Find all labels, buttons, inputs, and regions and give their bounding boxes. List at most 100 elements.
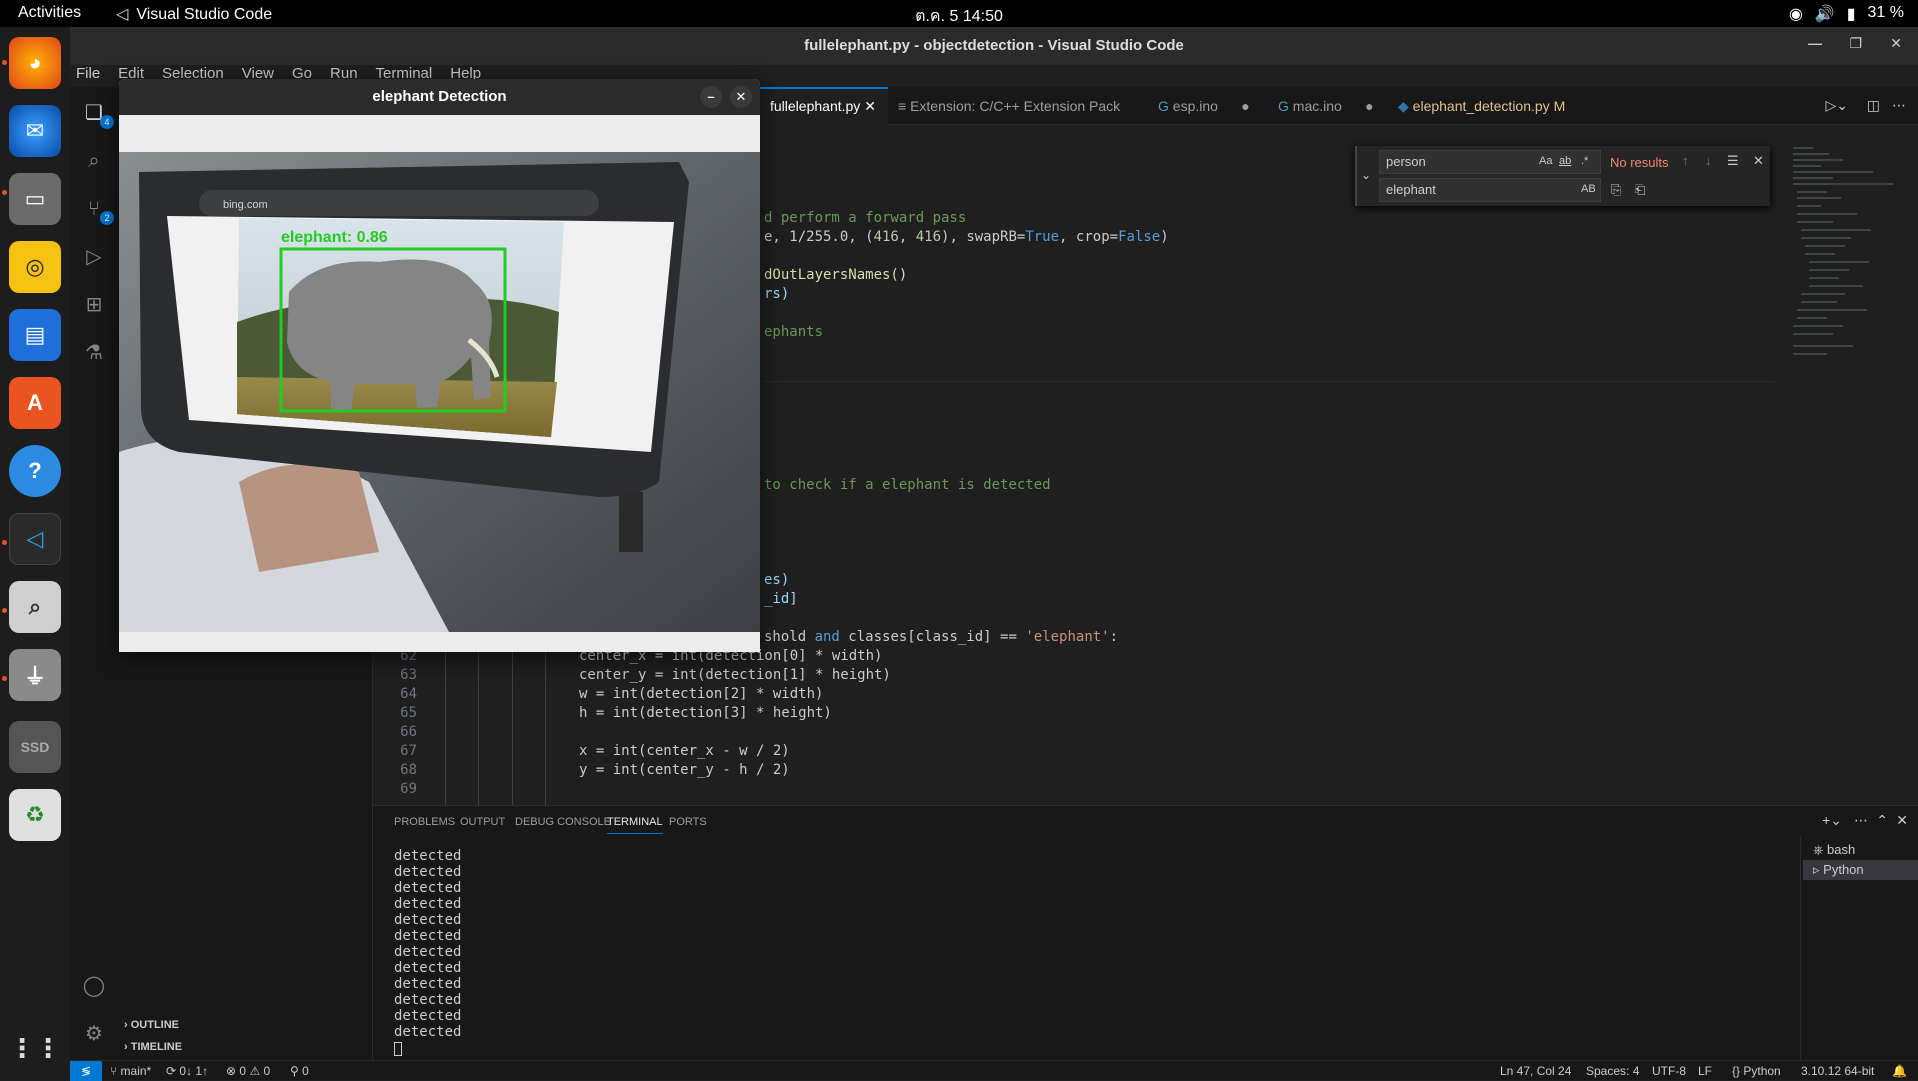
detection-label: elephant: 0.86 [281, 229, 388, 246]
python-interpreter[interactable]: 3.10.12 64-bit [1801, 1064, 1874, 1078]
branch-indicator[interactable]: ⑂ main* [110, 1064, 151, 1078]
whole-word-icon[interactable]: ab [1559, 155, 1571, 167]
panel-tab-output[interactable]: OUTPUT [460, 816, 505, 828]
new-terminal-icon[interactable]: +⌄ [1822, 812, 1842, 829]
sync-indicator[interactable]: ⟳ 0↓ 1↑ [166, 1064, 208, 1078]
replace-icon[interactable]: ⎘ [1611, 182, 1621, 198]
remote-icon[interactable]: ≶ [70, 1061, 102, 1081]
minimap[interactable] [1785, 125, 1903, 805]
running-indicator [2, 190, 7, 195]
terminal-item-bash[interactable]: ⎈ bash [1803, 842, 1918, 858]
files-icon[interactable]: ▭ [9, 173, 61, 225]
match-case-icon[interactable]: Aa [1539, 155, 1552, 167]
previous-match-icon[interactable]: ↑ [1682, 153, 1689, 168]
magnifier-icon[interactable]: ⌕ [9, 581, 61, 633]
close-icon[interactable]: ✕ [1890, 35, 1902, 52]
ssd-drive-icon[interactable]: SSD [9, 721, 61, 773]
trash-icon[interactable]: ♻ [9, 789, 61, 841]
panel-tab-terminal[interactable]: TERMINAL [607, 816, 663, 834]
find-replace-widget: ⌄ person Aa ab .* No results ↑ ↓ ☰ ✕ ele… [1355, 146, 1770, 206]
window-titlebar: fullelephant.py - objectdetection - Visu… [70, 27, 1918, 65]
minimap-line [1793, 177, 1833, 179]
indentation[interactable]: Spaces: 4 [1586, 1064, 1639, 1078]
panel-tab-problems[interactable]: PROBLEMS [394, 816, 455, 828]
line-number: 68 [400, 762, 417, 778]
minimap-line [1809, 269, 1849, 271]
find-in-selection-icon[interactable]: ☰ [1727, 153, 1739, 169]
problems-indicator[interactable]: ⊗ 0 ⚠ 0 [226, 1064, 270, 1078]
ports-indicator[interactable]: ⚲ 0 [290, 1064, 309, 1078]
close-tab-icon[interactable]: ✕ [864, 98, 876, 114]
minimize-icon[interactable]: — [1808, 35, 1822, 51]
maximize-icon[interactable]: ❐ [1849, 35, 1862, 52]
tab-extension-pack[interactable]: ≡ Extension: C/C++ Extension Pack [888, 87, 1128, 125]
close-icon[interactable]: ✕ [730, 86, 752, 108]
terminal-line: detected [394, 976, 462, 992]
app-center-icon[interactable]: A [9, 377, 61, 429]
preserve-case-icon[interactable]: AB [1581, 183, 1596, 195]
battery-level: 31 % [1867, 4, 1904, 21]
language-mode[interactable]: {} Python [1732, 1064, 1781, 1078]
run-icon[interactable]: ▷⌄ [1826, 97, 1849, 114]
volume-icon: 🔊 [1814, 6, 1835, 23]
more-actions-icon[interactable]: ⋯ [1854, 812, 1868, 829]
panel-tab-debug-console[interactable]: DEBUG CONSOLE [515, 816, 611, 828]
close-panel-icon[interactable]: ✕ [1896, 812, 1908, 829]
running-indicator [2, 60, 7, 65]
terminal-line: detected [394, 1024, 462, 1040]
timeline-section[interactable]: › TIMELINE [124, 1041, 182, 1053]
browser-url: bing.com [223, 199, 268, 211]
writer-icon[interactable]: ▤ [9, 309, 61, 361]
split-editor-icon[interactable]: ◫ [1867, 97, 1880, 114]
minimap-line [1797, 213, 1857, 215]
minimap-line [1793, 159, 1843, 161]
firefox-icon[interactable]: ◕ [9, 37, 61, 89]
toggle-replace-icon[interactable]: ⌄ [1361, 168, 1371, 182]
line-ending[interactable]: LF [1698, 1064, 1712, 1078]
testing-icon[interactable]: ⚗ [80, 339, 108, 367]
regex-icon[interactable]: .* [1581, 155, 1588, 167]
tab-elephant-detection[interactable]: ◆ elephant_detection.py M [1388, 87, 1572, 125]
replace-all-icon[interactable]: ⎗ [1635, 182, 1645, 198]
code-line: center_y = int(detection[1] * height) [579, 667, 891, 683]
minimap-line [1801, 293, 1845, 295]
detection-window-titlebar[interactable]: elephant Detection – ✕ [119, 79, 760, 115]
detection-window[interactable]: elephant Detection – ✕ bing.com elephant… [119, 79, 760, 652]
tab-label: mac.ino [1292, 98, 1342, 114]
usb-drive-icon[interactable]: ⏚ [9, 649, 61, 701]
more-actions-icon[interactable]: ⋯ [1892, 97, 1906, 114]
tab-mac[interactable]: G mac.ino ● [1268, 87, 1386, 125]
accounts-icon[interactable]: ◯ [80, 972, 108, 1000]
minimap-line [1809, 277, 1839, 279]
next-match-icon[interactable]: ↓ [1705, 153, 1712, 168]
replace-input[interactable]: elephant [1379, 178, 1601, 202]
search-icon[interactable]: ⌕ [80, 147, 108, 175]
encoding[interactable]: UTF-8 [1652, 1064, 1686, 1078]
tab-fullelephant[interactable]: fullelephant.py ✕ [760, 87, 888, 125]
system-tray[interactable]: ◉ 🔊 ▮ 31 % [1789, 4, 1904, 24]
run-debug-icon[interactable]: ▷ [80, 243, 108, 271]
show-apps-icon[interactable]: ⋮⋮ [9, 1022, 61, 1074]
clock[interactable]: ต.ค. 5 14:50 [0, 4, 1918, 29]
terminal-item-python[interactable]: ▹ Python [1803, 860, 1918, 880]
vscode-dock-icon[interactable]: ◁ [9, 513, 61, 565]
thunderbird-icon[interactable]: ✉ [9, 105, 61, 157]
help-icon[interactable]: ? [9, 445, 61, 497]
code-line: es) [764, 572, 790, 588]
line-number: 67 [400, 743, 417, 759]
menu-file[interactable]: File [76, 65, 100, 87]
outline-section[interactable]: › OUTLINE [124, 1019, 179, 1031]
close-find-icon[interactable]: ✕ [1753, 153, 1764, 169]
maximize-panel-icon[interactable]: ⌃ [1876, 812, 1888, 829]
panel-tab-ports[interactable]: PORTS [669, 816, 707, 828]
terminal-list-divider [1800, 836, 1801, 1061]
warning-count: 0 [263, 1064, 271, 1078]
minimize-icon[interactable]: – [700, 86, 722, 108]
extensions-icon[interactable]: ⊞ [80, 291, 108, 319]
tab-esp[interactable]: G esp.ino ● [1148, 87, 1266, 125]
notifications-bell-icon[interactable]: 🔔 [1892, 1064, 1907, 1078]
settings-gear-icon[interactable]: ⚙ [80, 1020, 108, 1048]
rhythmbox-icon[interactable]: ◎ [9, 241, 61, 293]
cursor-position[interactable]: Ln 47, Col 24 [1500, 1064, 1571, 1078]
minimap-line [1797, 317, 1827, 319]
